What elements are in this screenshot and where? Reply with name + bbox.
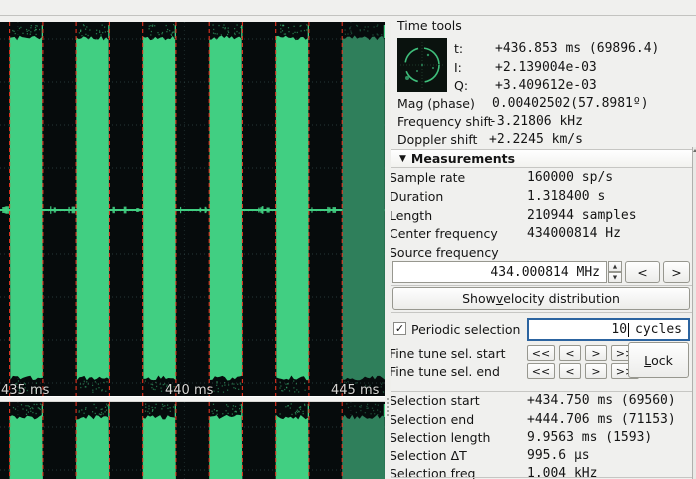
length-label: Length	[391, 208, 432, 223]
scrollbar[interactable]	[692, 147, 696, 479]
separator	[391, 312, 692, 313]
velocity-button-text2: elocity distribution	[503, 291, 620, 306]
i-value: +2.139004e-03	[495, 60, 597, 75]
frequency-input-value: 434.000814 MHz	[490, 265, 600, 280]
iq-constellation-icon	[397, 38, 447, 92]
splitter-grip	[387, 398, 389, 416]
mag-phase-value: 0.00402502(57.8981º)	[492, 96, 649, 111]
spin-up-button[interactable]: ▲	[608, 261, 622, 272]
mag-phase-label: Mag (phase)	[397, 96, 475, 111]
fine-tune-start-label: Fine tune sel. start	[391, 346, 506, 361]
collapse-icon: ▼	[399, 154, 406, 164]
velocity-button-text: Show	[462, 291, 496, 306]
t-label: t:	[454, 41, 463, 56]
amplitude-plot-lower-canvas	[0, 402, 385, 479]
frequency-shift-value: -3.21806 kHz	[489, 114, 583, 129]
ft-start-big-left-button[interactable]: <<	[527, 345, 555, 361]
center-frequency-value: 434000814 Hz	[527, 226, 621, 241]
amplitude-plot-upper[interactable]: 435 ms 440 ms 445 ms	[0, 22, 385, 396]
separator	[391, 477, 692, 478]
periodic-selection-checkbox[interactable]: ✓	[393, 322, 406, 335]
selection-end-label: Selection end	[391, 412, 474, 427]
waveform-area: 435 ms 440 ms 445 ms	[0, 22, 385, 479]
t-value: +436.853 ms (69896.4)	[495, 41, 659, 56]
frequency-next-button[interactable]: >	[663, 261, 690, 283]
doppler-shift-label: Doppler shift	[397, 132, 477, 147]
selection-length-label: Selection length	[391, 430, 490, 445]
time-window: 435 ms 440 ms 445 ms Time tools t: +436.…	[0, 0, 696, 479]
ft-end-right-button[interactable]: >	[585, 363, 607, 379]
q-label: Q:	[454, 78, 468, 93]
text-caret	[628, 323, 629, 337]
cycles-input-value: 10	[611, 322, 627, 337]
show-velocity-distribution-button[interactable]: Show velocity distribution	[392, 287, 690, 310]
spin-up-icon: ▲	[613, 264, 617, 270]
selection-end-value: +444.706 ms (71153)	[527, 412, 676, 427]
time-tick-label: 440 ms	[165, 383, 213, 396]
measurements-section-header[interactable]: ▼ Measurements	[391, 149, 692, 168]
selection-length-value: 9.9563 ms (1593)	[527, 430, 652, 445]
selection-dt-label: Selection ΔT	[391, 448, 467, 463]
lock-button-text: ock	[651, 353, 673, 368]
velocity-button-accel: v	[496, 291, 503, 306]
duration-value: 1.318400 s	[527, 189, 605, 204]
cycles-input[interactable]: 10 cycles	[527, 318, 690, 341]
amplitude-plot-lower[interactable]	[0, 402, 385, 479]
frequency-shift-label: Frequency shift	[397, 114, 493, 129]
spin-down-button[interactable]: ▼	[608, 272, 622, 283]
lock-button-accel: L	[644, 353, 651, 368]
amplitude-plot-upper-canvas	[0, 22, 385, 396]
frequency-prev-button[interactable]: <	[625, 261, 660, 283]
ft-end-left-button[interactable]: <	[559, 363, 581, 379]
length-value: 210944 samples	[527, 208, 637, 223]
measurements-section-title: Measurements	[411, 151, 515, 166]
selection-dt-value: 995.6 µs	[527, 448, 590, 463]
cycles-input-suffix: cycles	[635, 322, 682, 337]
separator	[391, 285, 692, 286]
source-frequency-label: Source frequency	[391, 245, 499, 260]
sample-rate-value: 160000 sp/s	[527, 170, 613, 185]
lock-button[interactable]: Lock	[628, 342, 689, 378]
time-tick-label: 445 ms	[331, 383, 379, 396]
check-icon: ✓	[395, 322, 404, 335]
time-tools-title: Time tools	[397, 18, 462, 33]
time-tick-label: 435 ms	[1, 383, 49, 396]
fine-tune-end-label: Fine tune sel. end	[391, 364, 500, 379]
tools-panel: Time tools t: +436.853 ms (69896.4) I: +…	[391, 0, 692, 479]
sample-rate-label: Sample rate	[391, 170, 465, 185]
duration-label: Duration	[391, 189, 443, 204]
q-value: +3.409612e-03	[495, 78, 597, 93]
doppler-shift-value: +2.2245 km/s	[489, 132, 583, 147]
selection-start-label: Selection start	[391, 393, 480, 408]
spin-down-icon: ▼	[613, 275, 617, 281]
frequency-input[interactable]: 434.000814 MHz	[392, 261, 607, 283]
separator	[391, 391, 692, 392]
frequency-spinner: ▲ ▼	[608, 261, 622, 283]
periodic-selection-label: Periodic selection	[411, 322, 520, 337]
i-label: I:	[454, 60, 462, 75]
selection-start-value: +434.750 ms (69560)	[527, 393, 676, 408]
center-frequency-label: Center frequency	[391, 226, 498, 241]
ft-end-big-left-button[interactable]: <<	[527, 363, 555, 379]
ft-start-left-button[interactable]: <	[559, 345, 581, 361]
ft-start-right-button[interactable]: >	[585, 345, 607, 361]
